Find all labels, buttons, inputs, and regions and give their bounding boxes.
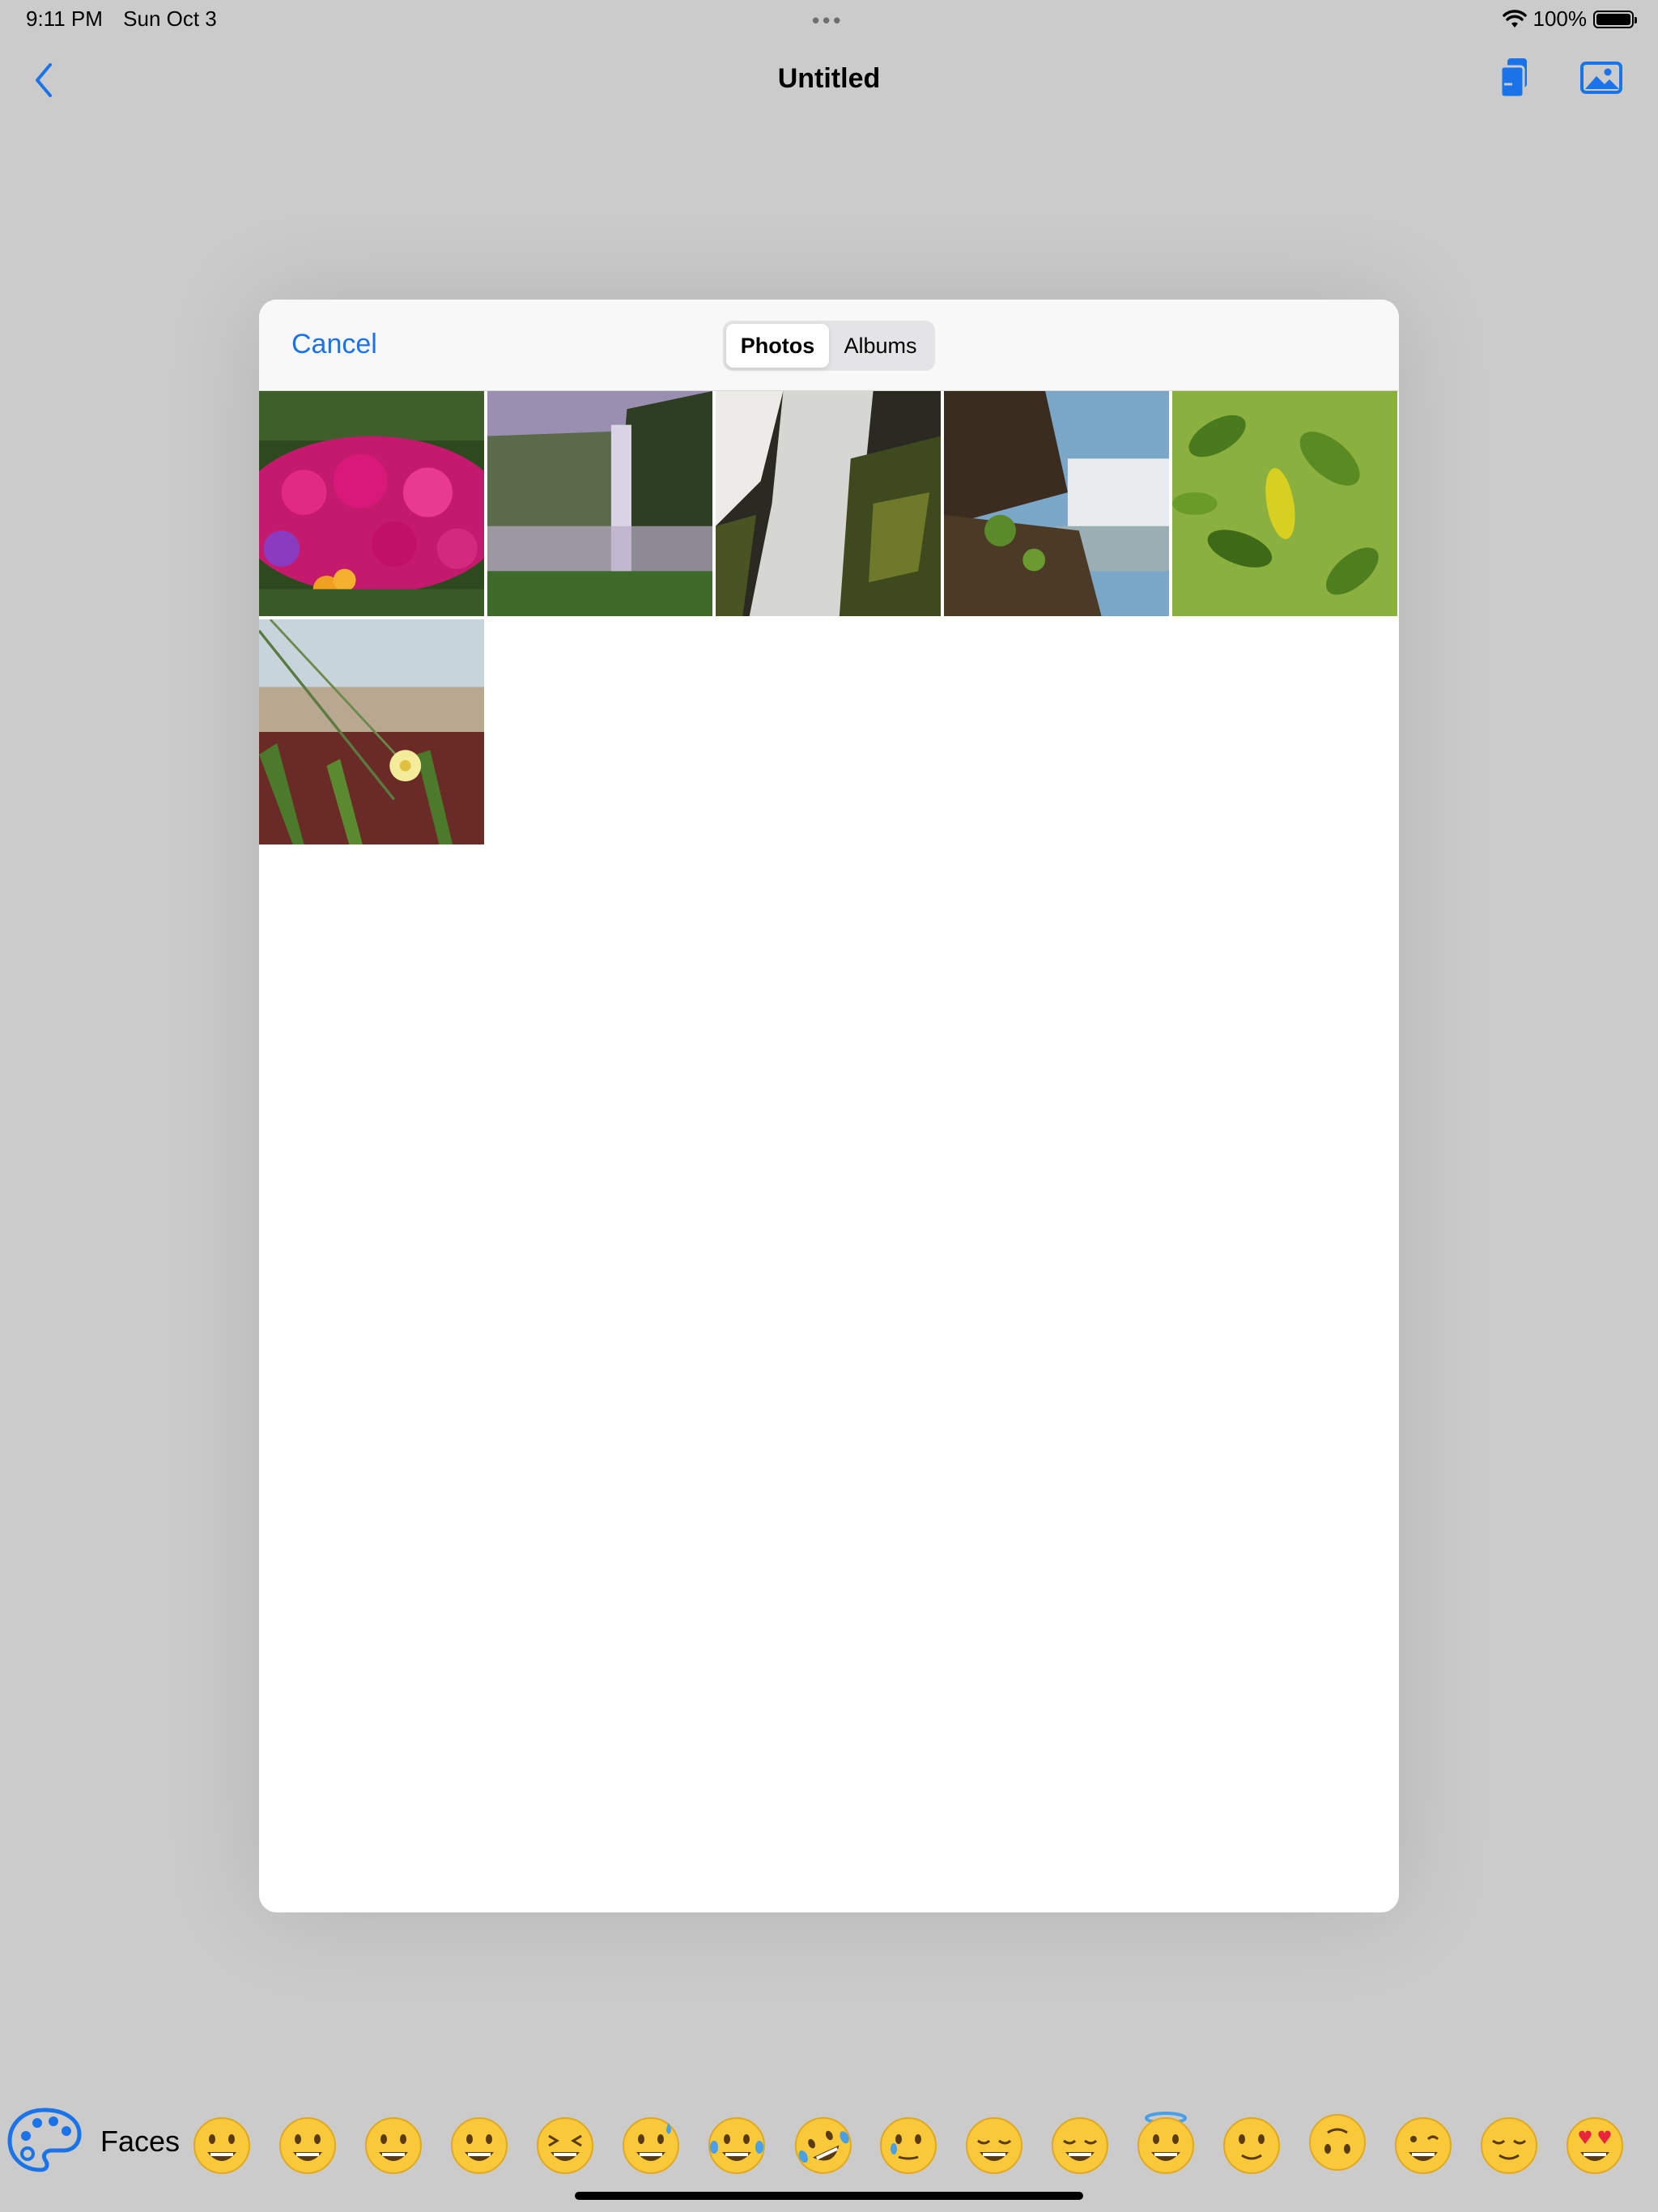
emoji-face-icon [880, 2117, 937, 2174]
emoji-face-icon [794, 2116, 852, 2174]
emoji-tears[interactable] [704, 2112, 769, 2176]
tab-photos[interactable]: Photos [726, 324, 829, 368]
segmented-control: Photos Albums [723, 321, 935, 371]
emoji-face-icon [1395, 2117, 1452, 2174]
emoji-face-icon [1137, 2112, 1194, 2174]
status-date: Sun Oct 3 [123, 6, 217, 31]
emoji-halo[interactable] [1133, 2112, 1198, 2176]
emoji-slight[interactable] [1219, 2112, 1284, 2176]
emoji-face-icon [279, 2117, 336, 2174]
emoji-face-icon [1052, 2117, 1108, 2174]
emoji-face-icon [365, 2117, 422, 2174]
emoji-blush-relaxed[interactable] [962, 2112, 1027, 2176]
photo-thumbnail-waterfall-rocks[interactable] [716, 391, 941, 616]
insert-photo-button[interactable] [1579, 55, 1624, 100]
battery-percent: 100% [1533, 6, 1588, 31]
status-bar: 9:11 PM Sun Oct 3 ••• 100% [0, 0, 1658, 39]
palette-button[interactable] [6, 2107, 83, 2173]
emoji-relieved[interactable] [1477, 2112, 1541, 2176]
multitask-dots-icon[interactable]: ••• [812, 8, 844, 33]
photo-thumbnail-misty-waterfall[interactable] [487, 391, 712, 616]
emoji-face-icon [1309, 2114, 1366, 2171]
emoji-grin-eyes[interactable] [361, 2112, 426, 2176]
status-right: 100% [1502, 6, 1637, 32]
battery-icon [1593, 10, 1637, 28]
navigation-bar: Untitled [0, 49, 1658, 113]
emoji-face-icon [623, 2117, 679, 2174]
status-time: 9:11 PM [26, 6, 103, 31]
page-title: Untitled [777, 63, 881, 94]
emoji-wink[interactable] [1391, 2112, 1456, 2176]
emoji-laugh-squint[interactable] [533, 2112, 597, 2176]
cancel-button[interactable]: Cancel [291, 329, 377, 360]
home-indicator[interactable] [575, 2192, 1083, 2200]
photo-thumbnail-waterfall-cliff[interactable] [944, 391, 1169, 616]
photo-picker-sheet: Cancel Photos Albums [259, 300, 1399, 1912]
emoji-face-icon [1567, 2117, 1623, 2174]
emoji-beam[interactable] [447, 2112, 512, 2176]
tab-albums[interactable]: Albums [829, 324, 932, 368]
emoji-smile[interactable] [275, 2112, 340, 2176]
palette-icon [7, 2108, 82, 2172]
emoji-upside[interactable] [1305, 2112, 1370, 2176]
emoji-category-label: Faces [100, 2125, 181, 2158]
copy-pages-icon [1499, 58, 1527, 99]
emoji-heart-eyes[interactable] [1562, 2112, 1627, 2176]
status-left: 9:11 PM Sun Oct 3 [26, 6, 232, 32]
picker-header: Cancel Photos Albums [259, 300, 1399, 391]
emoji-face-icon [1223, 2117, 1280, 2174]
emoji-bar: Faces [0, 2089, 1658, 2194]
emoji-face-icon [966, 2117, 1022, 2174]
emoji-face-icon [451, 2117, 508, 2174]
emoji-cry-smile[interactable] [876, 2112, 941, 2176]
emoji-rofl[interactable] [790, 2112, 855, 2176]
emoji-face-icon [1481, 2117, 1537, 2174]
duplicate-button[interactable] [1493, 55, 1538, 100]
emoji-grin[interactable] [189, 2112, 254, 2176]
wifi-icon [1502, 9, 1527, 28]
emoji-face-icon [708, 2117, 765, 2174]
photo-thumbnail-green-leaves[interactable] [1172, 391, 1397, 616]
emoji-face-icon [537, 2117, 593, 2174]
emoji-sweat[interactable] [619, 2112, 683, 2176]
photo-thumbnail-pink-flowers[interactable] [259, 391, 484, 616]
emoji-smile-eyes[interactable] [1048, 2112, 1112, 2176]
photo-icon [1580, 62, 1622, 94]
photo-thumbnail-dune-flower[interactable] [259, 619, 484, 844]
emoji-face-icon [193, 2117, 250, 2174]
